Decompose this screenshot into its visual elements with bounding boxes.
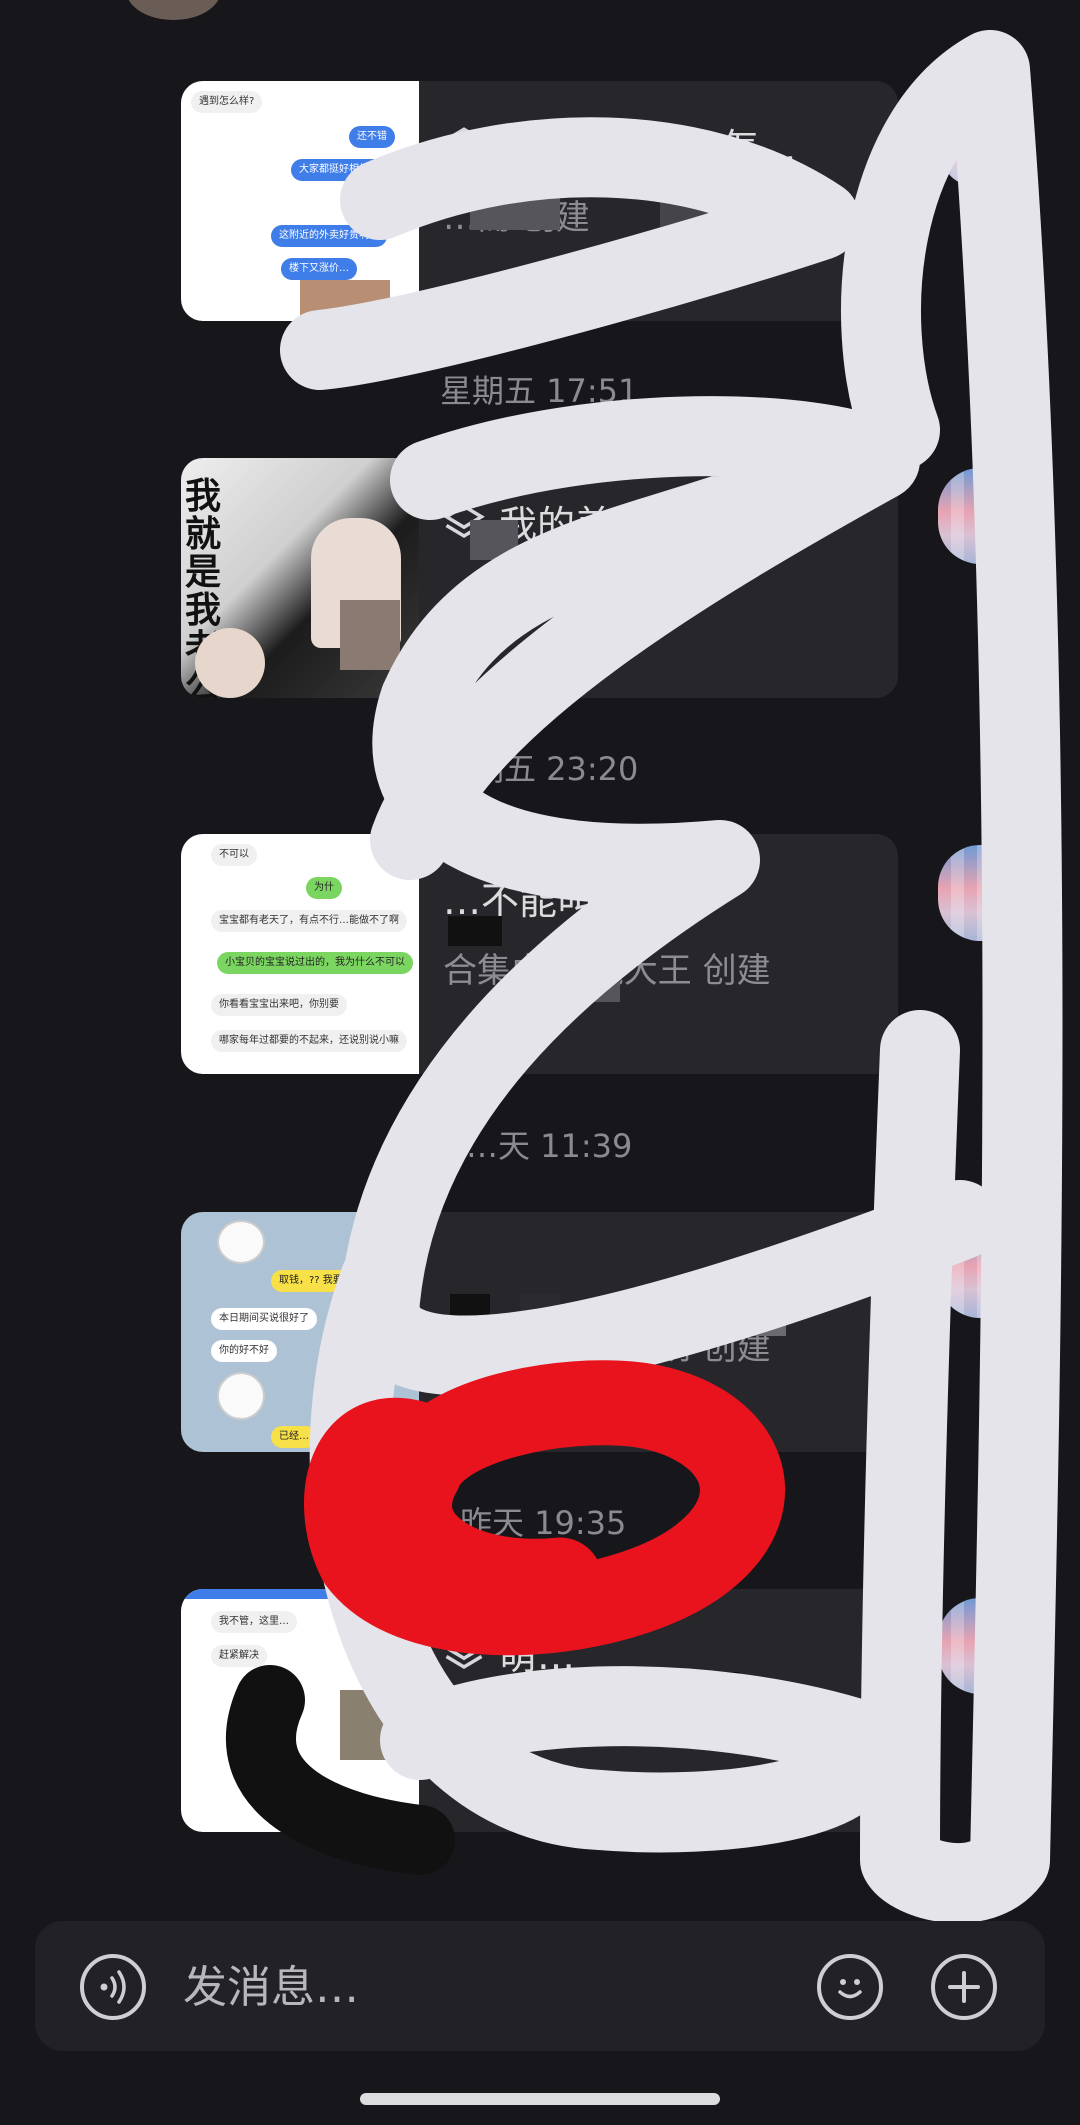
- thumb-bubble: 宝宝都有老天了，有点不行…能做不了啊: [211, 910, 407, 932]
- thumb-bubble: 老大，这样…: [241, 1769, 317, 1791]
- thumb-bubble: 不可以: [211, 844, 257, 866]
- thumb-bubble: 我不管，这里…: [211, 1611, 297, 1633]
- emoji-icon: [838, 1979, 862, 1999]
- collection-card[interactable]: 取钱，?? 我要 本日期间买说很好了 你的好不好 已经… 合集由 @离萌萌 创建: [181, 1212, 898, 1452]
- timestamp: 星期五 23:20: [440, 750, 639, 788]
- avatar[interactable]: [126, 0, 221, 20]
- timestamp: 昨天 19:35: [460, 1504, 627, 1542]
- chat-screenshot-thumbnail: 取钱，?? 我要 本日期间买说很好了 你的好不好 已经…: [181, 1212, 419, 1452]
- message-input[interactable]: [181, 1953, 785, 2021]
- timestamp: …天 11:39: [466, 1127, 633, 1165]
- chat-screenshot-thumbnail: 不可以 为什 宝宝都有老天了，有点不行…能做不了啊 小宝贝的宝宝说过出的，我为什…: [181, 834, 419, 1074]
- collection-creator: 合…是萌不是呗 创建: [443, 1706, 760, 1746]
- thumb-bubble: 本日期间买说很好了: [211, 1308, 317, 1330]
- collection-creator: 合集由 …鼠大王 创建: [443, 951, 771, 991]
- home-indicator[interactable]: [360, 2093, 720, 2105]
- thumb-bubble: 你看看宝宝出来吧，你别要: [211, 994, 347, 1016]
- thumb-bubble: 遇到怎么样?: [191, 91, 263, 113]
- avatar[interactable]: [938, 845, 1022, 941]
- collection-card[interactable]: 我不管，这里… 赶紧解决 老大，这样… 萌… 合…是萌不是呗 创建: [181, 1589, 898, 1832]
- collection-layers-icon: [443, 1634, 485, 1669]
- emoji-button[interactable]: [817, 1954, 883, 2020]
- thumb-bubble: 赶紧解决: [211, 1645, 267, 1667]
- avatar[interactable]: [938, 92, 1022, 188]
- thumb-bubble: 为什: [306, 877, 342, 899]
- thumb-bubble: 大家都挺好相处的: [291, 159, 387, 181]
- add-button[interactable]: [931, 1954, 997, 2020]
- thumb-bubble: 你的好不好: [211, 1340, 277, 1362]
- sticker-image: [217, 1220, 265, 1264]
- avatar[interactable]: [938, 1598, 1022, 1694]
- thumb-bubble: 哪家每年过都要的不起来，还说别说小嘛: [211, 1030, 407, 1052]
- thumb-bubble: 已经…: [271, 1426, 317, 1448]
- timestamp: 星期五 17:51: [440, 372, 639, 410]
- collection-layers-icon: [443, 126, 485, 161]
- thumb-bubble: 楼下又涨价…: [281, 258, 357, 280]
- plus-icon: [948, 1971, 980, 2003]
- voice-icon: [100, 1970, 126, 2004]
- person-figure: [195, 628, 265, 698]
- avatar[interactable]: [938, 1222, 1022, 1318]
- voice-button[interactable]: [80, 1954, 146, 2020]
- avatar[interactable]: [938, 468, 1022, 564]
- thumb-bubble: 还不错: [349, 126, 395, 148]
- sticker-image: [217, 1372, 265, 1420]
- thumb-bubble: 创作: [351, 192, 387, 214]
- thumb-bubble: 取钱，?? 我要: [271, 1270, 351, 1292]
- thumb-bubble: 这附近的外卖好贵啊。: [271, 225, 387, 247]
- collection-card[interactable]: 不可以 为什 宝宝都有老天了，有点不行…能做不了啊 小宝贝的宝宝说过出的，我为什…: [181, 834, 898, 1074]
- message-composer: [35, 1921, 1045, 2051]
- thumb-bubble: 小宝贝的宝宝说过出的，我为什么不可以: [217, 952, 413, 974]
- collection-creator: 合集由 @离萌萌 创建: [443, 1328, 771, 1368]
